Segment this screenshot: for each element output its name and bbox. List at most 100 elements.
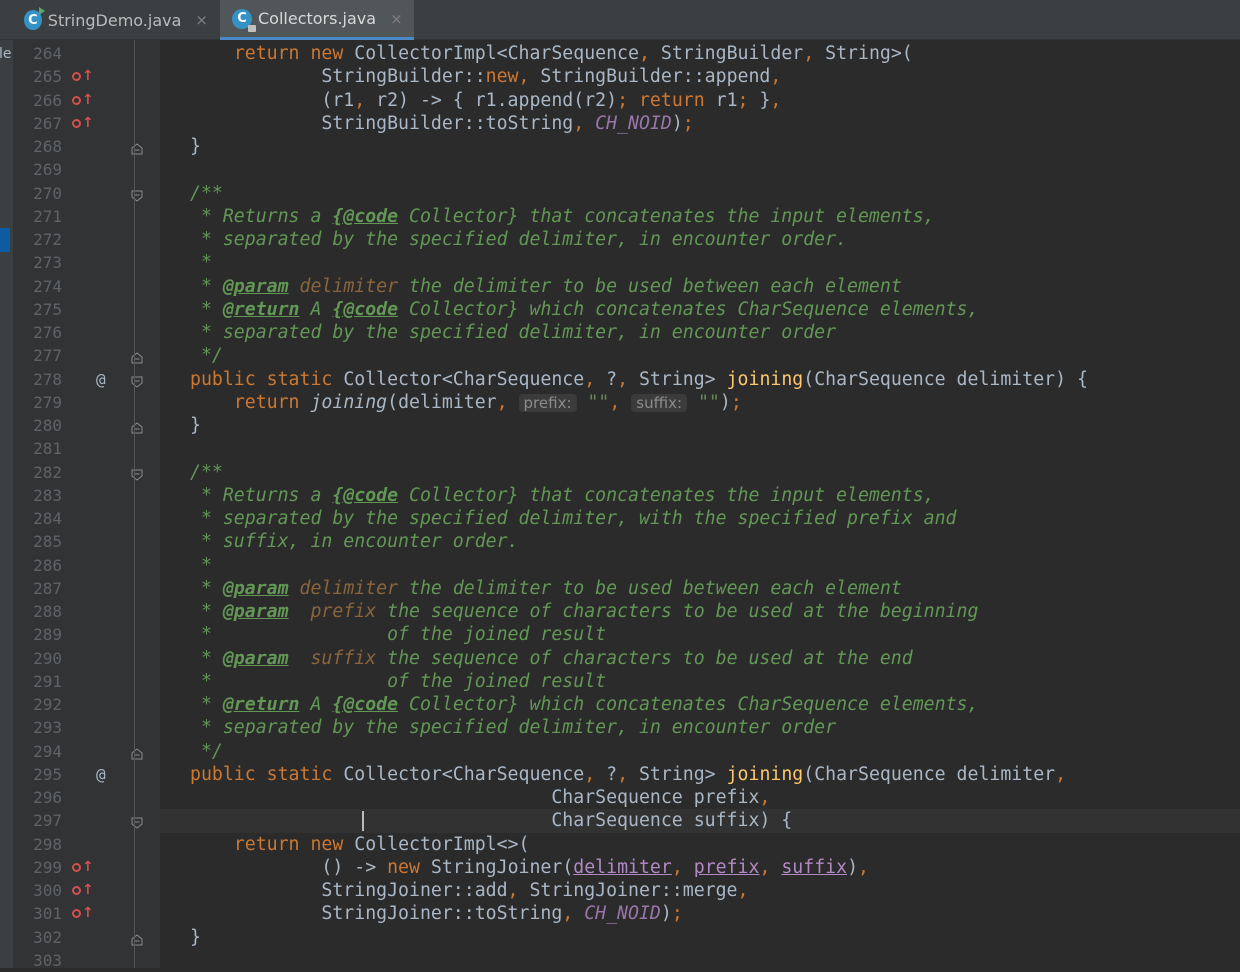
code-line[interactable]: return new CollectorImpl<CharSequence, S…: [160, 42, 1240, 65]
gutter-line[interactable]: 277: [14, 344, 160, 367]
gutter-line[interactable]: 274: [14, 275, 160, 298]
code-line[interactable]: }: [160, 135, 1240, 158]
code-line[interactable]: * suffix, in encounter order.: [160, 530, 1240, 553]
gutter-line[interactable]: 279: [14, 391, 160, 414]
gutter-line[interactable]: 290: [14, 647, 160, 670]
code-line[interactable]: StringJoiner::add, StringJoiner::merge,: [160, 879, 1240, 902]
code-line[interactable]: * of the joined result: [160, 670, 1240, 693]
annotation-marker-icon[interactable]: @: [96, 368, 106, 391]
code-line[interactable]: }: [160, 414, 1240, 437]
gutter-line[interactable]: 281: [14, 437, 160, 460]
code-line[interactable]: * @param delimiter the delimiter to be u…: [160, 275, 1240, 298]
tab-stringdemo[interactable]: C StringDemo.java ×: [0, 0, 218, 40]
gutter-line[interactable]: 289: [14, 623, 160, 646]
code-line[interactable]: /**: [160, 182, 1240, 205]
code-line[interactable]: /**: [160, 461, 1240, 484]
code-line[interactable]: * separated by the specified delimiter, …: [160, 716, 1240, 739]
fold-collapse-icon[interactable]: [131, 814, 143, 829]
overrides-method-icon[interactable]: ↑: [72, 859, 94, 876]
gutter-line[interactable]: 291: [14, 670, 160, 693]
fold-end-icon[interactable]: [131, 349, 143, 364]
gutter-line[interactable]: 271: [14, 205, 160, 228]
code-line[interactable]: * separated by the specified delimiter, …: [160, 321, 1240, 344]
gutter-line[interactable]: 264: [14, 42, 160, 65]
overrides-method-icon[interactable]: ↑: [72, 68, 94, 85]
annotation-marker-icon[interactable]: @: [96, 763, 106, 786]
code-line[interactable]: CharSequence suffix) {: [160, 809, 1240, 833]
gutter-line[interactable]: 272: [14, 228, 160, 251]
gutter-line[interactable]: 268: [14, 135, 160, 158]
fold-end-icon[interactable]: [131, 931, 143, 945]
gutter-line[interactable]: 285: [14, 530, 160, 553]
fold-end-icon[interactable]: [131, 419, 143, 434]
code-line[interactable]: public static Collector<CharSequence, ?,…: [160, 368, 1240, 391]
gutter-line[interactable]: 294: [14, 740, 160, 763]
gutter-line[interactable]: 267 ↑: [14, 112, 160, 135]
fold-collapse-icon[interactable]: [131, 187, 143, 202]
gutter-line[interactable]: 266 ↑: [14, 89, 160, 112]
overrides-method-icon[interactable]: ↑: [72, 905, 94, 922]
fold-end-icon[interactable]: [131, 140, 143, 155]
overrides-method-icon[interactable]: ↑: [72, 115, 94, 132]
overrides-method-icon[interactable]: ↑: [72, 92, 94, 109]
overrides-method-icon[interactable]: ↑: [72, 882, 94, 899]
close-icon[interactable]: ×: [390, 10, 403, 28]
code-line[interactable]: * Returns a {@code Collector} that conca…: [160, 484, 1240, 507]
code-line[interactable]: * separated by the specified delimiter, …: [160, 228, 1240, 251]
gutter-line[interactable]: 286: [14, 554, 160, 577]
fold-end-icon[interactable]: [131, 745, 143, 759]
code-line[interactable]: *: [160, 251, 1240, 274]
project-tool-strip[interactable]: le: [0, 40, 14, 968]
code-line[interactable]: * @return A {@code Collector} which conc…: [160, 693, 1240, 716]
code-line[interactable]: StringBuilder::new, StringBuilder::appen…: [160, 65, 1240, 88]
code-line[interactable]: */: [160, 344, 1240, 367]
gutter-line[interactable]: 282: [14, 461, 160, 484]
editor-gutter[interactable]: 264 265 ↑ 266 ↑ 267 ↑ 268 269 270 271 272 273 274 275 2…: [14, 40, 160, 970]
gutter-line[interactable]: 296: [14, 786, 160, 809]
gutter-line[interactable]: 270: [14, 182, 160, 205]
gutter-line[interactable]: 283: [14, 484, 160, 507]
code-line[interactable]: return new CollectorImpl<>(: [160, 833, 1240, 856]
gutter-line[interactable]: 275: [14, 298, 160, 321]
code-line[interactable]: public static Collector<CharSequence, ?,…: [160, 763, 1240, 786]
gutter-line[interactable]: 303: [14, 949, 160, 972]
code-line[interactable]: return joining(delimiter, prefix: "", su…: [160, 391, 1240, 414]
code-line[interactable]: StringJoiner::toString, CH_NOID);: [160, 902, 1240, 925]
tab-collectors[interactable]: C Collectors.java ×: [220, 0, 414, 40]
gutter-line[interactable]: 297: [14, 809, 160, 832]
close-icon[interactable]: ×: [195, 11, 208, 29]
code-line[interactable]: * separated by the specified delimiter, …: [160, 507, 1240, 530]
code-line[interactable]: * @return A {@code Collector} which conc…: [160, 298, 1240, 321]
code-line[interactable]: *: [160, 554, 1240, 577]
gutter-line[interactable]: 278 @: [14, 368, 160, 391]
code-line[interactable]: StringBuilder::toString, CH_NOID);: [160, 112, 1240, 135]
code-line[interactable]: * Returns a {@code Collector} that conca…: [160, 205, 1240, 228]
gutter-line[interactable]: 293: [14, 716, 160, 739]
gutter-line[interactable]: 300 ↑: [14, 879, 160, 902]
gutter-line[interactable]: 298: [14, 833, 160, 856]
gutter-line[interactable]: 301 ↑: [14, 902, 160, 925]
code-line[interactable]: CharSequence prefix,: [160, 786, 1240, 809]
code-line[interactable]: [160, 949, 1240, 972]
gutter-line[interactable]: 265 ↑: [14, 65, 160, 88]
code-editor[interactable]: return new CollectorImpl<CharSequence, S…: [160, 40, 1240, 968]
gutter-line[interactable]: 284: [14, 507, 160, 530]
code-line[interactable]: * @param delimiter the delimiter to be u…: [160, 577, 1240, 600]
fold-collapse-icon[interactable]: [131, 373, 143, 388]
code-line[interactable]: (r1, r2) -> { r1.append(r2); return r1; …: [160, 89, 1240, 112]
gutter-line[interactable]: 276: [14, 321, 160, 344]
gutter-line[interactable]: 292: [14, 693, 160, 716]
code-line[interactable]: * of the joined result: [160, 623, 1240, 646]
gutter-line[interactable]: 295 @: [14, 763, 160, 786]
gutter-line[interactable]: 299 ↑: [14, 856, 160, 879]
code-line[interactable]: * @param prefix the sequence of characte…: [160, 600, 1240, 623]
gutter-line[interactable]: 269: [14, 158, 160, 181]
code-line[interactable]: */: [160, 740, 1240, 763]
fold-collapse-icon[interactable]: [131, 466, 143, 481]
code-line[interactable]: [160, 158, 1240, 181]
gutter-line[interactable]: 273: [14, 251, 160, 274]
gutter-line[interactable]: 288: [14, 600, 160, 623]
code-line[interactable]: () -> new StringJoiner(delimiter, prefix…: [160, 856, 1240, 879]
code-line[interactable]: [160, 437, 1240, 460]
gutter-line[interactable]: 287: [14, 577, 160, 600]
